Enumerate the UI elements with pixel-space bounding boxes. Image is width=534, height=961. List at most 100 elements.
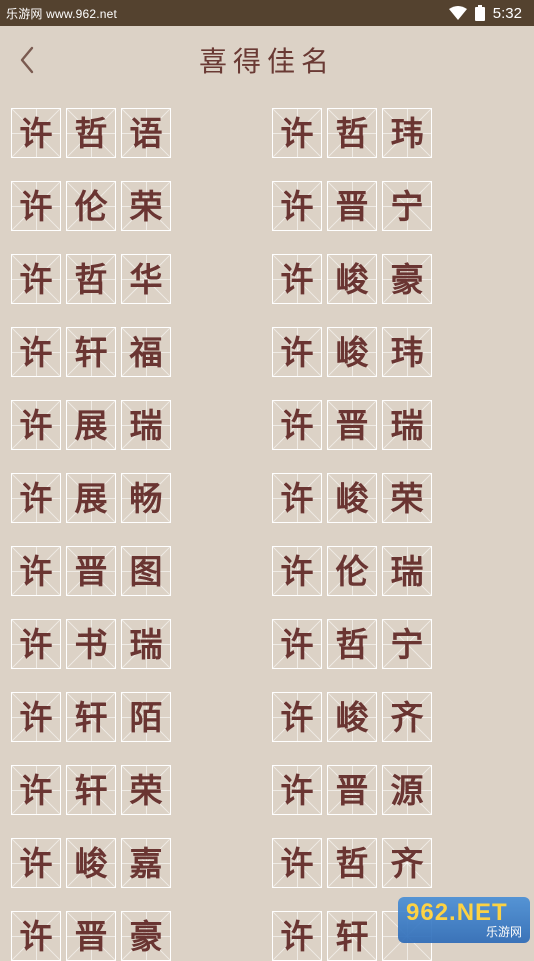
site-logo: 962.NET 乐游网 [398,897,530,943]
name-char: 畅 [129,478,163,518]
name-card-right[interactable]: 许晋源 [272,765,432,815]
name-card-left[interactable]: 许晋图 [11,546,171,596]
name-char: 哲 [74,259,108,299]
name-char: 许 [280,624,314,664]
name-char: 荣 [129,770,163,810]
name-char-cell: 晋 [327,400,377,450]
name-card-right[interactable]: 许晋宁 [272,181,432,231]
name-card-left[interactable]: 许展瑞 [11,400,171,450]
name-card-left[interactable]: 许书瑞 [11,619,171,669]
name-char-cell: 豪 [121,911,171,961]
name-char: 许 [19,259,53,299]
name-card-left[interactable]: 许晋豪 [11,911,171,961]
name-char: 瑞 [390,551,424,591]
name-char-cell: 许 [11,108,61,158]
name-char-cell: 许 [272,254,322,304]
name-char: 展 [74,405,108,445]
name-char: 图 [129,551,163,591]
name-char: 许 [19,551,53,591]
name-char: 伦 [335,551,369,591]
name-char-cell: 哲 [327,108,377,158]
name-char-cell: 晋 [66,546,116,596]
name-char-cell: 哲 [327,619,377,669]
name-char: 许 [280,113,314,153]
name-char-cell: 瑞 [121,619,171,669]
name-char: 许 [280,259,314,299]
name-char-cell: 嘉 [121,838,171,888]
name-char: 陌 [129,697,163,737]
name-char-cell: 许 [11,619,61,669]
name-card-right[interactable]: 许峻豪 [272,254,432,304]
name-card-right[interactable]: 许峻齐 [272,692,432,742]
name-char: 晋 [74,916,108,956]
name-char: 许 [280,843,314,883]
name-card-left[interactable]: 许轩荣 [11,765,171,815]
name-char-cell: 展 [66,473,116,523]
name-card-left[interactable]: 许轩陌 [11,692,171,742]
name-char-cell: 许 [11,327,61,377]
name-char-cell: 晋 [66,911,116,961]
name-char-cell: 图 [121,546,171,596]
name-char: 峻 [74,843,108,883]
name-char: 许 [19,332,53,372]
name-char: 齐 [390,843,424,883]
name-char-cell: 荣 [121,181,171,231]
name-char-cell: 晋 [327,765,377,815]
name-char-cell: 许 [272,327,322,377]
name-char: 许 [19,843,53,883]
name-char-cell: 峻 [327,327,377,377]
name-card-right[interactable]: 许哲宁 [272,619,432,669]
name-card-left[interactable]: 许轩福 [11,327,171,377]
name-card-right[interactable]: 许哲齐 [272,838,432,888]
name-card-right[interactable]: 许峻玮 [272,327,432,377]
name-char-cell: 瑞 [382,546,432,596]
name-char: 晋 [335,405,369,445]
name-char: 齐 [390,697,424,737]
name-char-cell: 许 [272,838,322,888]
name-char-cell: 许 [272,911,322,961]
name-card-left[interactable]: 许峻嘉 [11,838,171,888]
name-card-left[interactable]: 许伦荣 [11,181,171,231]
name-char: 轩 [74,697,108,737]
name-card-left[interactable]: 许哲语 [11,108,171,158]
name-char: 哲 [335,624,369,664]
name-char-cell: 许 [11,838,61,888]
name-char-cell: 源 [382,765,432,815]
name-char: 许 [280,405,314,445]
name-char: 轩 [74,332,108,372]
name-char: 玮 [390,113,424,153]
name-char-cell: 许 [272,108,322,158]
name-char-cell: 宁 [382,181,432,231]
name-card-left[interactable]: 许哲华 [11,254,171,304]
name-card-right[interactable]: 许晋瑞 [272,400,432,450]
name-char-cell: 哲 [327,838,377,888]
name-char: 瑞 [129,405,163,445]
name-card-right[interactable]: 许伦瑞 [272,546,432,596]
name-char-cell: 玮 [382,108,432,158]
name-char: 荣 [129,186,163,226]
name-card-left[interactable]: 许展畅 [11,473,171,523]
name-char: 晋 [335,770,369,810]
name-char: 许 [19,478,53,518]
name-char: 嘉 [129,843,163,883]
name-char: 许 [19,405,53,445]
name-char-cell: 许 [11,473,61,523]
name-char-cell: 晋 [327,181,377,231]
status-bar: 乐游网 www.962.net 5:32 [0,0,534,26]
name-card-right[interactable]: 许峻荣 [272,473,432,523]
name-char-cell: 许 [272,400,322,450]
name-char-cell: 宁 [382,619,432,669]
name-char: 许 [280,770,314,810]
name-char: 许 [19,697,53,737]
name-char: 峻 [335,697,369,737]
name-char-cell: 许 [272,473,322,523]
name-char: 瑞 [129,624,163,664]
name-char: 玮 [390,332,424,372]
name-char: 华 [129,259,163,299]
name-char-cell: 华 [121,254,171,304]
name-card-right[interactable]: 许哲玮 [272,108,432,158]
name-char-cell: 峻 [327,473,377,523]
status-watermark: 乐游网 www.962.net [6,7,118,21]
name-char: 许 [19,770,53,810]
name-char: 许 [280,478,314,518]
